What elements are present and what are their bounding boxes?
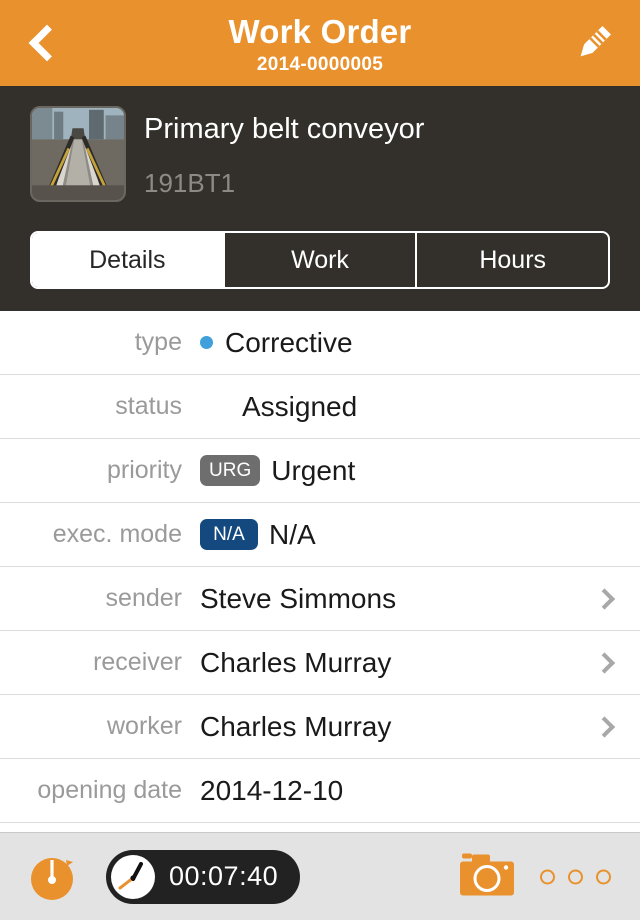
detail-value: Charles Murray <box>200 710 392 742</box>
detail-label: worker <box>106 712 182 740</box>
more-options-button[interactable] <box>540 869 611 884</box>
tab-segmented-control: Details Work Hours <box>30 231 610 289</box>
detail-value-wrap: N/A N/A <box>200 519 616 551</box>
belt-conveyor-photo <box>32 108 124 200</box>
detail-label: type <box>134 328 182 356</box>
detail-label: exec. mode <box>52 520 182 548</box>
more-dots-icon <box>568 869 583 884</box>
page-title: Work Order <box>228 12 412 50</box>
tab-details[interactable]: Details <box>32 233 223 287</box>
chevron-left-icon <box>28 24 66 62</box>
detail-label: opening date <box>37 776 182 804</box>
exec-mode-badge: N/A <box>200 519 258 550</box>
asset-panel: Primary belt conveyor 191BT1 Details Wor… <box>0 86 640 311</box>
asset-summary: Primary belt conveyor 191BT1 <box>30 106 610 202</box>
details-list: type Corrective status Assigned priority… <box>0 311 640 832</box>
tab-work[interactable]: Work <box>222 233 416 287</box>
detail-row-receiver[interactable]: receiver Charles Murray <box>0 631 640 695</box>
detail-row-type: type Corrective <box>0 311 640 375</box>
work-order-number: 2014-0000005 <box>256 53 384 75</box>
app-header: Work Order 2014-0000005 <box>0 0 640 86</box>
pencil-icon <box>580 26 611 57</box>
stopwatch-icon <box>31 857 73 900</box>
clock-face-icon <box>111 854 155 899</box>
timer-value: 00:07:40 <box>169 861 279 891</box>
detail-value-wrap: Corrective <box>200 327 616 359</box>
type-status-dot-icon <box>200 336 213 349</box>
detail-value: Assigned <box>242 390 358 422</box>
detail-value-wrap: URG Urgent <box>200 455 616 487</box>
detail-value-wrap: Assigned <box>200 391 616 423</box>
work-order-screen: Work Order 2014-0000005 Primary belt con… <box>0 0 640 920</box>
timer-button[interactable]: 00:07:40 <box>106 849 301 904</box>
detail-value-wrap: Charles Murray <box>200 647 616 679</box>
camera-button[interactable] <box>458 849 516 904</box>
detail-row-opening-date: opening date 2014-12-10 <box>0 759 640 823</box>
detail-label: status <box>115 392 182 420</box>
detail-row-exec-mode: exec. mode N/A N/A <box>0 503 640 567</box>
detail-label: sender <box>105 584 182 612</box>
detail-value: N/A <box>269 518 316 550</box>
detail-value: Corrective <box>225 326 353 358</box>
asset-thumbnail[interactable] <box>30 106 126 202</box>
back-button[interactable] <box>8 0 78 86</box>
more-dots-icon <box>540 869 555 884</box>
stopwatch-button[interactable] <box>26 850 80 904</box>
priority-badge: URG <box>200 455 261 486</box>
edit-button[interactable] <box>554 0 634 86</box>
camera-icon <box>460 853 514 895</box>
detail-label: receiver <box>93 648 182 676</box>
tab-hours[interactable]: Hours <box>415 233 608 287</box>
asset-text-block: Primary belt conveyor 191BT1 <box>144 106 424 199</box>
detail-value-wrap: 2014-12-10 <box>200 775 616 807</box>
detail-value: 2014-12-10 <box>200 774 344 806</box>
more-dots-icon <box>596 869 611 884</box>
detail-label: priority <box>106 456 182 484</box>
detail-value: Charles Murray <box>200 646 392 678</box>
detail-row-priority: priority URG Urgent <box>0 439 640 503</box>
detail-value: Steve Simmons <box>200 582 397 614</box>
asset-title: Primary belt conveyor <box>144 113 425 145</box>
detail-value-wrap: Steve Simmons <box>200 583 616 615</box>
detail-value: Urgent <box>271 454 356 486</box>
asset-code: 191BT1 <box>144 167 236 198</box>
detail-row-worker[interactable]: worker Charles Murray <box>0 695 640 759</box>
detail-value-wrap: Charles Murray <box>200 711 616 743</box>
bottom-toolbar: 00:07:40 <box>0 832 640 920</box>
header-title-block: Work Order 2014-0000005 <box>0 13 640 74</box>
detail-row-status: status Assigned <box>0 375 640 439</box>
detail-row-sender[interactable]: sender Steve Simmons <box>0 567 640 631</box>
